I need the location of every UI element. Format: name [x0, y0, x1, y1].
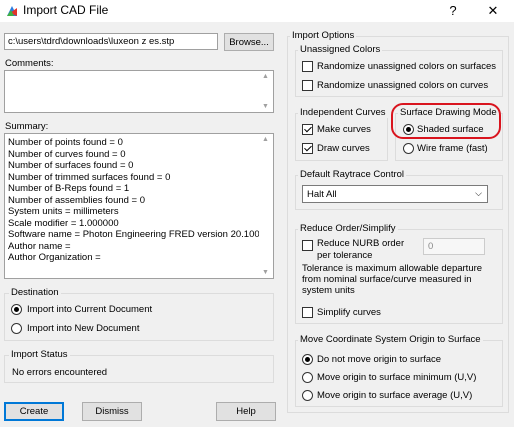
summary-line: Number of surfaces found = 0	[8, 160, 134, 171]
randomize-surfaces-label[interactable]: Randomize unassigned colors on surfaces	[317, 61, 496, 72]
randomize-surfaces-checkbox[interactable]	[302, 61, 313, 72]
tolerance-input[interactable]: 0	[423, 238, 485, 255]
browse-button[interactable]: Browse...	[224, 33, 274, 51]
destination-current-label[interactable]: Import into Current Document	[27, 304, 152, 315]
raytrace-control-select[interactable]: Halt All ⌵	[302, 185, 488, 203]
window-title: Import CAD File	[23, 3, 109, 17]
summary-textarea[interactable]: Number of points found = 0 Number of cur…	[4, 133, 274, 279]
summary-line: Number of assemblies found = 0	[8, 194, 146, 206]
create-button[interactable]: Create	[4, 402, 64, 421]
file-path-field[interactable]: c:\users\tdrd\downloads\luxeon z es.stp	[4, 33, 218, 50]
randomize-curves-checkbox[interactable]	[302, 80, 313, 91]
comments-label: Comments:	[5, 58, 54, 69]
simplify-curves-label[interactable]: Simplify curves	[317, 307, 381, 318]
move-origin-average-label[interactable]: Move origin to surface average (U,V)	[317, 390, 472, 401]
wire-frame-label[interactable]: Wire frame (fast)	[417, 143, 488, 154]
move-origin-label: Move Coordinate System Origin to Surface	[298, 334, 483, 345]
destination-label: Destination	[9, 287, 61, 298]
draw-curves-checkbox[interactable]	[302, 143, 313, 154]
help-title-button[interactable]: ?	[438, 1, 468, 21]
dismiss-button[interactable]: Dismiss	[82, 402, 142, 421]
move-origin-minimum-label[interactable]: Move origin to surface minimum (U,V)	[317, 372, 476, 383]
help-button[interactable]: Help	[216, 402, 276, 421]
independent-curves-label: Independent Curves	[298, 107, 388, 118]
import-status-message: No errors encountered	[12, 367, 108, 378]
draw-curves-label[interactable]: Draw curves	[317, 143, 370, 154]
summary-scrollbar[interactable]: ▲ ▼	[259, 134, 273, 278]
raytrace-control-value: Halt All	[307, 189, 337, 200]
move-origin-minimum-radio[interactable]	[302, 372, 313, 383]
simplify-curves-checkbox[interactable]	[302, 307, 313, 318]
summary-line: Number of trimmed surfaces found = 0	[8, 171, 171, 183]
summary-line: Software name = Photon Engineering FRED …	[8, 229, 260, 240]
reduce-nurb-label-line2[interactable]: per tolerance	[317, 250, 372, 261]
reduce-nurb-label-line1[interactable]: Reduce NURB order	[317, 238, 404, 249]
chevron-down-icon[interactable]: ⌵	[475, 188, 482, 199]
summary-line: System units = millimeters	[8, 206, 119, 217]
tolerance-value: 0	[428, 241, 434, 252]
wire-frame-radio[interactable]	[403, 143, 414, 154]
scroll-up-icon[interactable]: ▲	[262, 136, 269, 143]
make-curves-label[interactable]: Make curves	[317, 124, 371, 135]
summary-line: Scale modifier = 1.000000	[8, 217, 119, 229]
move-origin-average-radio[interactable]	[302, 390, 313, 401]
close-icon[interactable]: ✕	[478, 1, 508, 21]
unassigned-colors-label: Unassigned Colors	[298, 44, 383, 55]
comments-scrollbar[interactable]: ▲ ▼	[259, 71, 273, 112]
raytrace-control-label: Default Raytrace Control	[298, 169, 407, 180]
summary-line: Number of B-Reps found = 1	[8, 183, 130, 194]
summary-label: Summary:	[5, 121, 49, 132]
make-curves-checkbox[interactable]	[302, 124, 313, 135]
reduce-nurb-checkbox[interactable]	[302, 240, 313, 251]
scroll-up-icon[interactable]: ▲	[262, 73, 269, 80]
summary-line: Number of points found = 0	[8, 137, 123, 148]
reduce-order-label: Reduce Order/Simplify	[298, 223, 398, 234]
scroll-down-icon[interactable]: ▼	[262, 103, 269, 110]
scroll-down-icon[interactable]: ▼	[262, 269, 269, 276]
title-bar: Import CAD File ? ✕	[0, 0, 514, 22]
summary-line: Author Organization =	[8, 252, 101, 263]
destination-current-radio[interactable]	[11, 304, 22, 315]
app-icon	[7, 6, 17, 16]
comments-textarea[interactable]: ▲ ▼	[4, 70, 274, 113]
file-path-value: c:\users\tdrd\downloads\luxeon z es.stp	[8, 36, 175, 47]
import-status-label: Import Status	[9, 349, 70, 360]
import-options-label: Import Options	[290, 30, 357, 41]
randomize-curves-label[interactable]: Randomize unassigned colors on curves	[317, 80, 488, 91]
destination-new-radio[interactable]	[11, 323, 22, 334]
tolerance-description: Tolerance is maximum allowable departure…	[302, 263, 483, 296]
do-not-move-origin-radio[interactable]	[302, 354, 313, 365]
destination-new-label[interactable]: Import into New Document	[27, 323, 139, 334]
summary-line: Author name =	[8, 240, 71, 252]
summary-line: Number of curves found = 0	[8, 148, 126, 160]
summary-text: Number of points found = 0 Number of cur…	[8, 137, 260, 264]
highlight-annotation	[391, 103, 501, 139]
do-not-move-origin-label[interactable]: Do not move origin to surface	[317, 354, 441, 365]
